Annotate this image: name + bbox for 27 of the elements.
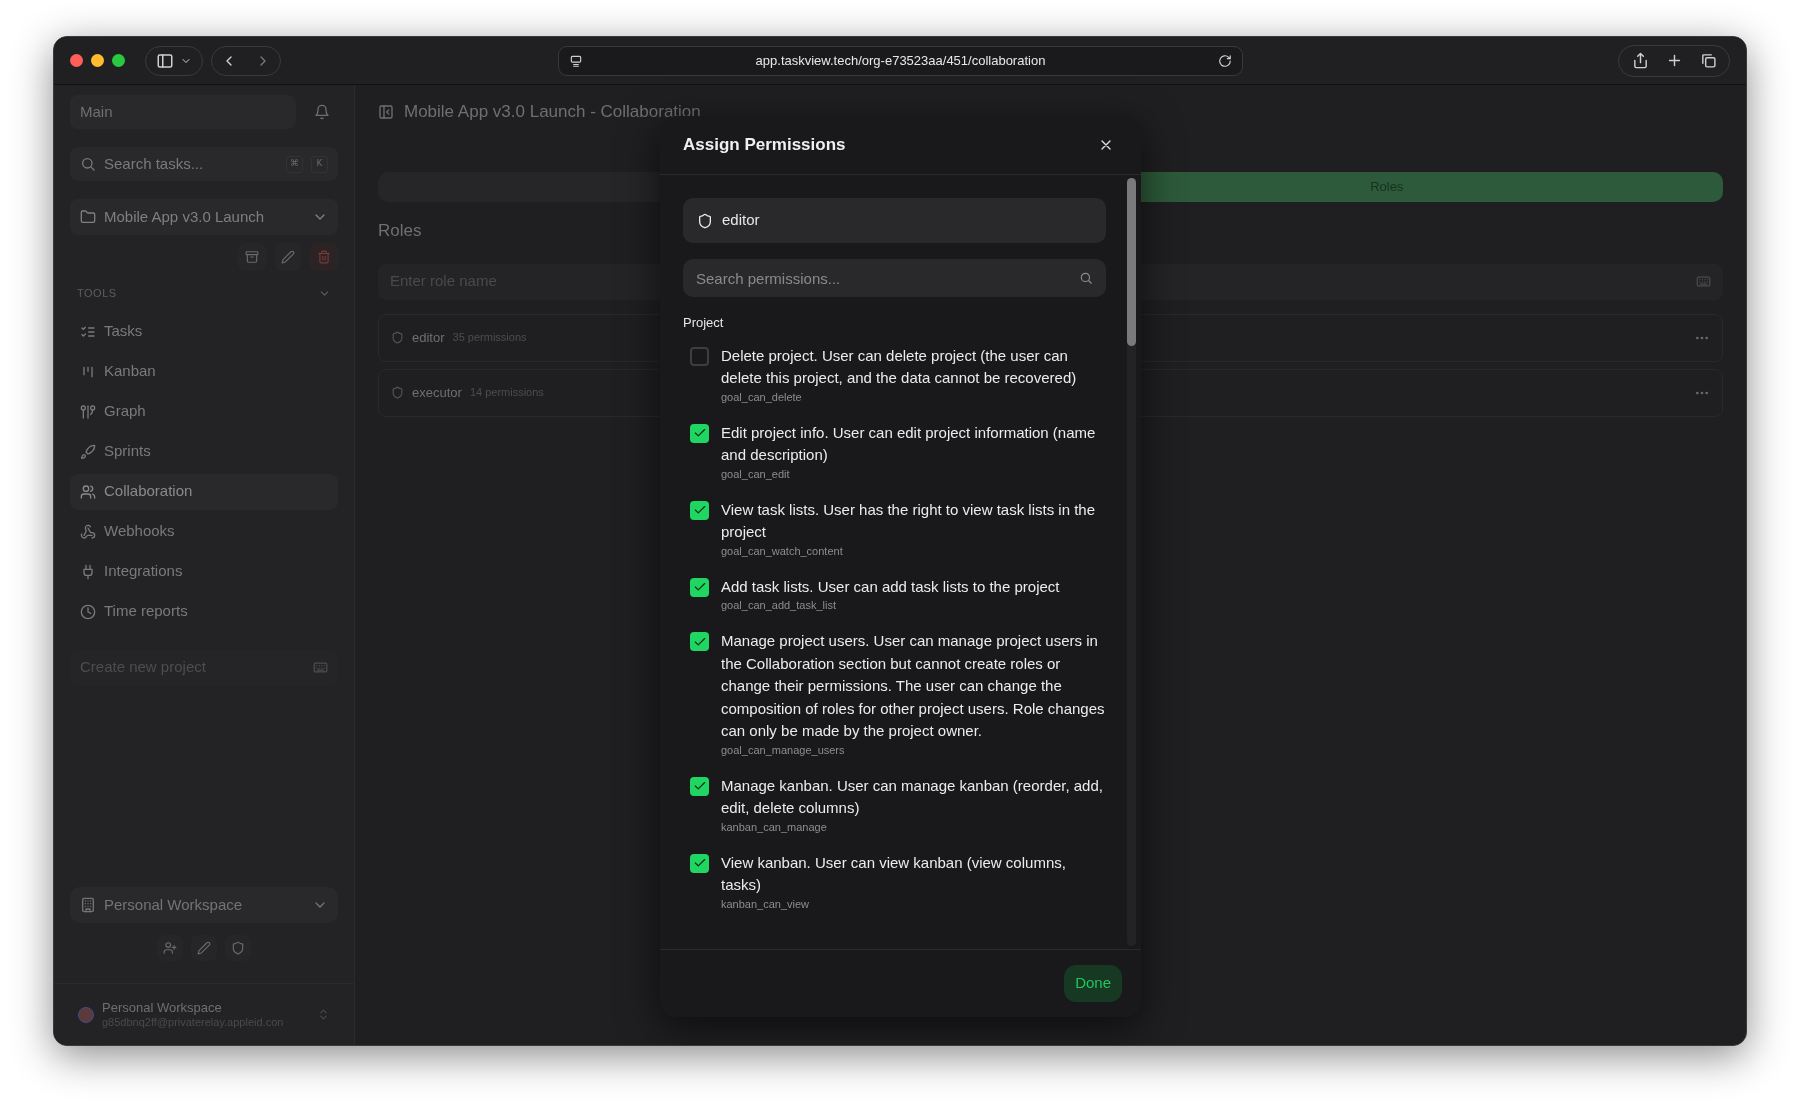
group-label: Project bbox=[683, 314, 725, 332]
role-field: editor bbox=[683, 198, 1106, 243]
page-title: Mobile App v3.0 Launch - Collaboration bbox=[404, 101, 701, 124]
permission-code: goal_can_manage_users bbox=[721, 742, 846, 757]
permission-description: View kanban. User can view kanban (view columns, tasks) bbox=[721, 852, 1067, 895]
permission-code: goal_can_add_task_list bbox=[721, 598, 837, 612]
permission-description: Manage project users. User can manage project users in the Collaboration section but cannot create roles or change their permissions. The user can change the composition of roles for other project users. Role changes can only be made by the project owner. bbox=[721, 631, 1106, 741]
permission-code: goal_can_delete bbox=[721, 389, 803, 404]
permission-description: View task lists. User has the right to view task lists in the project bbox=[721, 499, 1097, 542]
url-text: app.taskview.tech/org-e73523aa/451/collaboration bbox=[754, 52, 1047, 71]
search-placeholder: Search tasks... bbox=[104, 153, 205, 174]
permission-code: goal_can_edit bbox=[721, 466, 791, 481]
permission-description: Delete project. User can delete project (the user can delete this project, and the data cannot be recovered) bbox=[721, 345, 1078, 388]
permission-code: goal_can_watch_content bbox=[721, 543, 844, 558]
dialog-title: Assign Permissions bbox=[683, 134, 846, 157]
section-label: TOOLS bbox=[77, 286, 117, 301]
user-name: Personal Workspace bbox=[102, 999, 223, 1015]
section-heading: Roles bbox=[378, 220, 422, 242]
permission-description: Edit project info. User can edit project information (name and description) bbox=[721, 422, 1097, 465]
permission-description: Manage kanban. User can manage kanban (reorder, add, edit, delete columns) bbox=[721, 775, 1104, 818]
permission-code: kanban_can_view bbox=[721, 896, 811, 911]
permission-code: kanban_can_manage bbox=[721, 819, 828, 834]
role-name: executor bbox=[412, 383, 462, 402]
shortcut-key: K bbox=[311, 155, 328, 173]
shortcut-key: ⌘ bbox=[286, 155, 303, 173]
permission-description: Add task lists. User can add task lists to the project bbox=[721, 576, 1060, 597]
role-name: editor bbox=[412, 328, 445, 347]
